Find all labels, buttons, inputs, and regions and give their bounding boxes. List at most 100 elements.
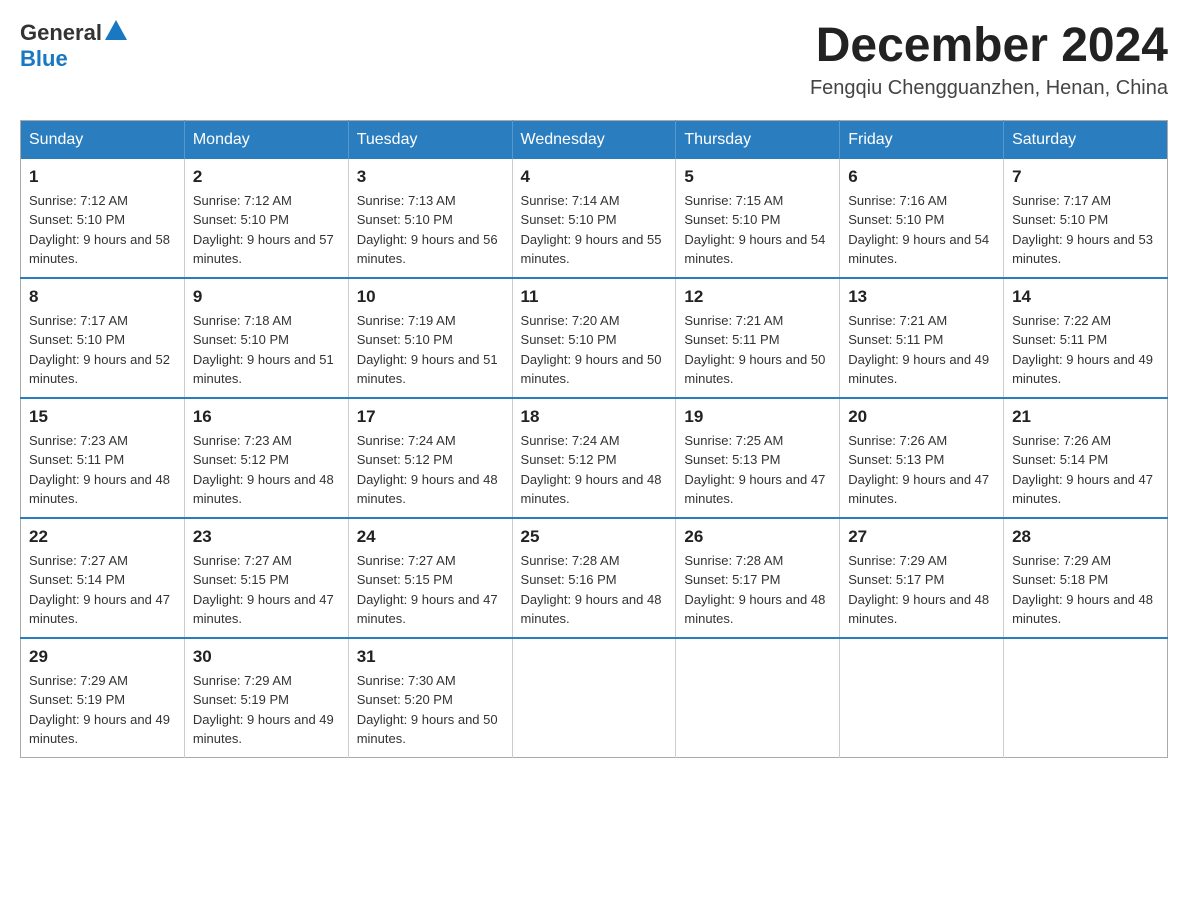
weekday-header-wednesday: Wednesday: [512, 120, 676, 159]
day-info: Sunrise: 7:25 AMSunset: 5:13 PMDaylight:…: [684, 431, 831, 509]
calendar-cell: 13 Sunrise: 7:21 AMSunset: 5:11 PMDayligh…: [840, 278, 1004, 398]
weekday-header-tuesday: Tuesday: [348, 120, 512, 159]
weekday-header-friday: Friday: [840, 120, 1004, 159]
day-info: Sunrise: 7:29 AMSunset: 5:18 PMDaylight:…: [1012, 551, 1159, 629]
calendar-week-row: 22 Sunrise: 7:27 AMSunset: 5:14 PMDayligh…: [21, 518, 1168, 638]
day-info: Sunrise: 7:20 AMSunset: 5:10 PMDaylight:…: [521, 311, 668, 389]
day-info: Sunrise: 7:26 AMSunset: 5:14 PMDaylight:…: [1012, 431, 1159, 509]
day-info: Sunrise: 7:27 AMSunset: 5:15 PMDaylight:…: [357, 551, 504, 629]
logo-blue-text: Blue: [20, 46, 68, 71]
day-number: 11: [521, 287, 668, 307]
calendar-cell: [512, 638, 676, 758]
day-info: Sunrise: 7:22 AMSunset: 5:11 PMDaylight:…: [1012, 311, 1159, 389]
calendar-cell: 9 Sunrise: 7:18 AMSunset: 5:10 PMDaylight…: [184, 278, 348, 398]
calendar-week-row: 29 Sunrise: 7:29 AMSunset: 5:19 PMDayligh…: [21, 638, 1168, 758]
day-info: Sunrise: 7:12 AMSunset: 5:10 PMDaylight:…: [29, 191, 176, 269]
day-number: 2: [193, 167, 340, 187]
calendar-cell: 4Sunrise: 7:14 AMSunset: 5:10 PMDaylight…: [512, 159, 676, 278]
day-number: 22: [29, 527, 176, 547]
day-info: Sunrise: 7:26 AMSunset: 5:13 PMDaylight:…: [848, 431, 995, 509]
day-number: 4: [521, 167, 668, 187]
day-number: 16: [193, 407, 340, 427]
calendar-cell: 3 Sunrise: 7:13 AMSunset: 5:10 PMDaylight…: [348, 159, 512, 278]
calendar-cell: 25Sunrise: 7:28 AMSunset: 5:16 PMDayligh…: [512, 518, 676, 638]
day-number: 15: [29, 407, 176, 427]
day-number: 18: [521, 407, 668, 427]
day-number: 30: [193, 647, 340, 667]
day-number: 14: [1012, 287, 1159, 307]
day-number: 21: [1012, 407, 1159, 427]
calendar-cell: 23Sunrise: 7:27 AMSunset: 5:15 PMDayligh…: [184, 518, 348, 638]
month-title: December 2024: [810, 20, 1168, 73]
calendar-cell: 8 Sunrise: 7:17 AMSunset: 5:10 PMDaylight…: [21, 278, 185, 398]
weekday-header-thursday: Thursday: [676, 120, 840, 159]
day-number: 29: [29, 647, 176, 667]
day-number: 1: [29, 167, 176, 187]
calendar-week-row: 15Sunrise: 7:23 AMSunset: 5:11 PMDayligh…: [21, 398, 1168, 518]
calendar-cell: 28 Sunrise: 7:29 AMSunset: 5:18 PMDayligh…: [1004, 518, 1168, 638]
calendar-cell: [1004, 638, 1168, 758]
calendar-cell: 27 Sunrise: 7:29 AMSunset: 5:17 PMDayligh…: [840, 518, 1004, 638]
day-info: Sunrise: 7:28 AMSunset: 5:17 PMDaylight:…: [684, 551, 831, 629]
calendar-cell: 18 Sunrise: 7:24 AMSunset: 5:12 PMDayligh…: [512, 398, 676, 518]
day-info: Sunrise: 7:16 AMSunset: 5:10 PMDaylight:…: [848, 191, 995, 269]
day-number: 9: [193, 287, 340, 307]
day-number: 28: [1012, 527, 1159, 547]
calendar-week-row: 8 Sunrise: 7:17 AMSunset: 5:10 PMDaylight…: [21, 278, 1168, 398]
day-info: Sunrise: 7:23 AMSunset: 5:12 PMDaylight:…: [193, 431, 340, 509]
day-info: Sunrise: 7:21 AMSunset: 5:11 PMDaylight:…: [684, 311, 831, 389]
day-info: Sunrise: 7:17 AMSunset: 5:10 PMDaylight:…: [1012, 191, 1159, 269]
day-number: 10: [357, 287, 504, 307]
day-number: 13: [848, 287, 995, 307]
calendar-cell: 26 Sunrise: 7:28 AMSunset: 5:17 PMDayligh…: [676, 518, 840, 638]
day-info: Sunrise: 7:15 AMSunset: 5:10 PMDaylight:…: [684, 191, 831, 269]
day-number: 7: [1012, 167, 1159, 187]
day-info: Sunrise: 7:17 AMSunset: 5:10 PMDaylight:…: [29, 311, 176, 389]
calendar-table: SundayMondayTuesdayWednesdayThursdayFrid…: [20, 120, 1168, 758]
calendar-cell: 30 Sunrise: 7:29 AMSunset: 5:19 PMDayligh…: [184, 638, 348, 758]
calendar-cell: [840, 638, 1004, 758]
calendar-cell: 12Sunrise: 7:21 AMSunset: 5:11 PMDayligh…: [676, 278, 840, 398]
calendar-cell: 2 Sunrise: 7:12 AMSunset: 5:10 PMDaylight…: [184, 159, 348, 278]
calendar-cell: 6Sunrise: 7:16 AMSunset: 5:10 PMDaylight…: [840, 159, 1004, 278]
day-info: Sunrise: 7:27 AMSunset: 5:14 PMDaylight:…: [29, 551, 176, 629]
calendar-week-row: 1 Sunrise: 7:12 AMSunset: 5:10 PMDaylight…: [21, 159, 1168, 278]
day-info: Sunrise: 7:13 AMSunset: 5:10 PMDaylight:…: [357, 191, 504, 269]
logo: General Blue: [20, 20, 127, 72]
day-info: Sunrise: 7:19 AMSunset: 5:10 PMDaylight:…: [357, 311, 504, 389]
calendar-cell: 17Sunrise: 7:24 AMSunset: 5:12 PMDayligh…: [348, 398, 512, 518]
weekday-header-sunday: Sunday: [21, 120, 185, 159]
day-number: 23: [193, 527, 340, 547]
calendar-cell: 10 Sunrise: 7:19 AMSunset: 5:10 PMDayligh…: [348, 278, 512, 398]
calendar-cell: 1 Sunrise: 7:12 AMSunset: 5:10 PMDaylight…: [21, 159, 185, 278]
day-number: 26: [684, 527, 831, 547]
day-number: 24: [357, 527, 504, 547]
location-text: Fengqiu Chengguanzhen, Henan, China: [810, 77, 1168, 100]
day-info: Sunrise: 7:21 AMSunset: 5:11 PMDaylight:…: [848, 311, 995, 389]
day-number: 3: [357, 167, 504, 187]
day-info: Sunrise: 7:24 AMSunset: 5:12 PMDaylight:…: [521, 431, 668, 509]
calendar-cell: 21 Sunrise: 7:26 AMSunset: 5:14 PMDayligh…: [1004, 398, 1168, 518]
calendar-cell: 29 Sunrise: 7:29 AMSunset: 5:19 PMDayligh…: [21, 638, 185, 758]
title-block: December 2024 Fengqiu Chengguanzhen, Hen…: [810, 20, 1168, 100]
page-header: General Blue December 2024 Fengqiu Cheng…: [20, 20, 1168, 100]
logo-general-text: General: [20, 20, 102, 46]
calendar-cell: 11 Sunrise: 7:20 AMSunset: 5:10 PMDayligh…: [512, 278, 676, 398]
day-number: 31: [357, 647, 504, 667]
day-info: Sunrise: 7:12 AMSunset: 5:10 PMDaylight:…: [193, 191, 340, 269]
weekday-header-saturday: Saturday: [1004, 120, 1168, 159]
day-number: 19: [684, 407, 831, 427]
calendar-cell: 15Sunrise: 7:23 AMSunset: 5:11 PMDayligh…: [21, 398, 185, 518]
weekday-header-row: SundayMondayTuesdayWednesdayThursdayFrid…: [21, 120, 1168, 159]
day-info: Sunrise: 7:18 AMSunset: 5:10 PMDaylight:…: [193, 311, 340, 389]
day-number: 8: [29, 287, 176, 307]
day-info: Sunrise: 7:29 AMSunset: 5:17 PMDaylight:…: [848, 551, 995, 629]
day-info: Sunrise: 7:24 AMSunset: 5:12 PMDaylight:…: [357, 431, 504, 509]
day-number: 27: [848, 527, 995, 547]
calendar-cell: 5 Sunrise: 7:15 AMSunset: 5:10 PMDaylight…: [676, 159, 840, 278]
day-info: Sunrise: 7:30 AMSunset: 5:20 PMDaylight:…: [357, 671, 504, 749]
day-info: Sunrise: 7:29 AMSunset: 5:19 PMDaylight:…: [193, 671, 340, 749]
day-info: Sunrise: 7:29 AMSunset: 5:19 PMDaylight:…: [29, 671, 176, 749]
day-info: Sunrise: 7:28 AMSunset: 5:16 PMDaylight:…: [521, 551, 668, 629]
day-number: 5: [684, 167, 831, 187]
